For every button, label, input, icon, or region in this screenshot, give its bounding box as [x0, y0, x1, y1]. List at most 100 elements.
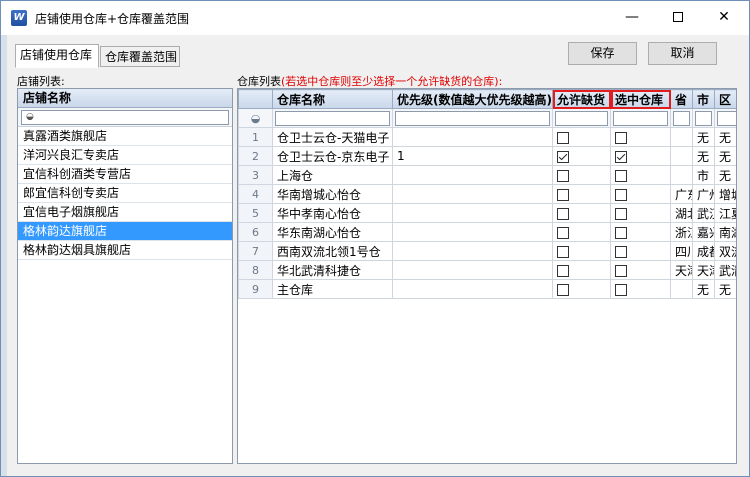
city-cell: 武汉 — [692, 203, 715, 223]
store-list-item[interactable]: 宜信科创酒类专营店 — [18, 165, 232, 184]
priority-cell[interactable] — [392, 260, 553, 280]
allow-shortage-cell — [552, 146, 611, 166]
allow-shortage-cell — [552, 222, 611, 242]
priority-cell[interactable] — [392, 127, 553, 147]
table-row[interactable]: 9 主仓库 无无 — [238, 279, 736, 299]
row-number: 3 — [238, 165, 273, 185]
store-list-item[interactable]: 洋河兴良汇专卖店 — [18, 146, 232, 165]
filter-cell[interactable] — [272, 108, 393, 128]
select-warehouse-checkbox[interactable] — [615, 226, 627, 239]
row-number: 1 — [238, 127, 273, 147]
store-list-item[interactable]: 格林韵达烟具旗舰店 — [18, 241, 232, 260]
allow-shortage-checkbox[interactable] — [557, 131, 569, 144]
row-number: 8 — [238, 260, 273, 280]
priority-cell[interactable] — [392, 241, 553, 261]
select-warehouse-checkbox[interactable] — [615, 131, 627, 144]
select-warehouse-checkbox[interactable] — [615, 283, 627, 296]
warehouse-list-grid[interactable]: 仓库名称 优先级(数值越大优先级越高) 允许缺货 选中仓库 省 市 区 ◒ 1 … — [237, 88, 737, 464]
district-header[interactable]: 区 — [714, 89, 736, 109]
filter-cell[interactable] — [392, 108, 553, 128]
table-row[interactable]: 3 上海仓 市无 — [238, 165, 736, 185]
city-cell: 无 — [692, 279, 715, 299]
filter-cell[interactable] — [610, 108, 671, 128]
allow-filter-input[interactable] — [555, 110, 608, 126]
allow-shortage-checkbox[interactable] — [557, 169, 569, 182]
province-filter-input[interactable] — [673, 110, 690, 126]
priority-header[interactable]: 优先级(数值越大优先级越高) — [392, 89, 553, 109]
store-list-item[interactable]: 郎宜信科创专卖店 — [18, 184, 232, 203]
selected-warehouse-cell — [610, 279, 671, 299]
select-warehouse-checkbox[interactable] — [615, 207, 627, 220]
row-number: 9 — [238, 279, 273, 299]
selected-warehouse-cell — [610, 203, 671, 223]
store-rows: 真露酒类旗舰店 洋河兴良汇专卖店 宜信科创酒类专营店 郎宜信科创专卖店 宜信电子烟旗舰店… — [18, 127, 232, 260]
allow-shortage-checkbox[interactable] — [557, 188, 569, 201]
priority-cell[interactable]: 1 — [392, 146, 553, 166]
province-cell: 四川 — [670, 241, 693, 261]
select-warehouse-checkbox[interactable] — [615, 245, 627, 258]
name-filter-input[interactable] — [275, 110, 390, 126]
maximize-button[interactable] — [655, 1, 701, 33]
table-row[interactable]: 1 仓卫士云仓-天猫电子 无无 — [238, 127, 736, 147]
select-warehouse-checkbox[interactable] — [615, 188, 627, 201]
store-list-grid[interactable]: 店铺名称 ◒ 真露酒类旗舰店 洋河兴良汇专卖店 宜信科创酒类专营店 郎宜信科创专卖店宜… — [17, 88, 233, 464]
district-filter-input[interactable] — [717, 110, 736, 126]
minimize-button[interactable]: — — [609, 1, 655, 33]
allow-shortage-checkbox[interactable] — [557, 283, 569, 296]
allow-shortage-header[interactable]: 允许缺货 — [552, 89, 611, 109]
priority-cell[interactable] — [392, 203, 553, 223]
city-filter-input[interactable] — [695, 110, 712, 126]
warehouse-name-header[interactable]: 仓库名称 — [272, 89, 393, 109]
province-cell: 广东 — [670, 184, 693, 204]
table-row[interactable]: 4华南增城心怡仓 广东广州增城 — [238, 184, 736, 204]
store-list-item[interactable]: 格林韵达旗舰店 — [18, 222, 232, 241]
city-cell: 嘉兴 — [692, 222, 715, 242]
allow-shortage-checkbox[interactable] — [557, 245, 569, 258]
select-warehouse-checkbox[interactable] — [615, 150, 627, 163]
tab-warehouse-coverage[interactable]: 仓库覆盖范围 — [100, 46, 180, 67]
title-bar[interactable]: W 店铺使用仓库+仓库覆盖范围 — ✕ — [1, 1, 749, 35]
allow-shortage-checkbox[interactable] — [557, 264, 569, 277]
filter-icon[interactable]: ◒ — [251, 112, 261, 125]
close-button[interactable]: ✕ — [701, 1, 747, 33]
allow-shortage-cell — [552, 165, 611, 185]
store-list-item[interactable]: 宜信电子烟旗舰店 — [18, 203, 232, 222]
selected-warehouse-header[interactable]: 选中仓库 — [610, 89, 671, 109]
province-cell — [670, 146, 693, 166]
store-name-column-header[interactable]: 店铺名称 — [18, 89, 232, 108]
store-list-item[interactable]: 真露酒类旗舰店 — [18, 127, 232, 146]
district-cell: 双流 — [714, 241, 736, 261]
priority-filter-input[interactable] — [395, 110, 550, 126]
allow-shortage-checkbox[interactable] — [557, 226, 569, 239]
priority-cell[interactable] — [392, 165, 553, 185]
select-warehouse-checkbox[interactable] — [615, 169, 627, 182]
filter-cell[interactable] — [670, 108, 693, 128]
row-number: 5 — [238, 203, 273, 223]
save-button[interactable]: 保存 — [568, 42, 637, 65]
table-row[interactable]: 6华东南湖心怡仓 浙江嘉兴南湖 — [238, 222, 736, 242]
province-cell: 湖北 — [670, 203, 693, 223]
table-row[interactable]: 5华中孝南心怡仓 湖北武汉江夏 — [238, 203, 736, 223]
allow-shortage-checkbox[interactable] — [557, 207, 569, 220]
table-row[interactable]: 7西南双流北领1号仓 四川成都双流 — [238, 241, 736, 261]
tab-store-warehouse[interactable]: 店铺使用仓库 — [15, 44, 99, 68]
filter-cell[interactable] — [714, 108, 736, 128]
store-filter-input[interactable]: ◒ — [21, 110, 229, 125]
priority-cell[interactable] — [392, 184, 553, 204]
priority-cell[interactable] — [392, 222, 553, 242]
filter-cell[interactable] — [692, 108, 715, 128]
select-warehouse-checkbox[interactable] — [615, 264, 627, 277]
cancel-button[interactable]: 取消 — [648, 42, 717, 65]
province-header[interactable]: 省 — [670, 89, 693, 109]
table-row[interactable]: 8华北武清科捷仓天津天津武清 — [238, 260, 736, 280]
filter-cell[interactable] — [552, 108, 611, 128]
city-header[interactable]: 市 — [692, 89, 715, 109]
row-number: 2 — [238, 146, 273, 166]
priority-cell[interactable] — [392, 279, 553, 299]
selected-filter-input[interactable] — [613, 110, 668, 126]
filter-cell[interactable]: ◒ — [238, 108, 273, 128]
main-window: W 店铺使用仓库+仓库覆盖范围 — ✕ 店铺使用仓库 仓库覆盖范围 保存 取消 … — [0, 0, 750, 477]
table-row[interactable]: 2 仓卫士云仓-京东电子 1 无无 — [238, 146, 736, 166]
allow-shortage-checkbox[interactable] — [557, 150, 569, 163]
filter-icon[interactable]: ◒ — [26, 112, 34, 122]
